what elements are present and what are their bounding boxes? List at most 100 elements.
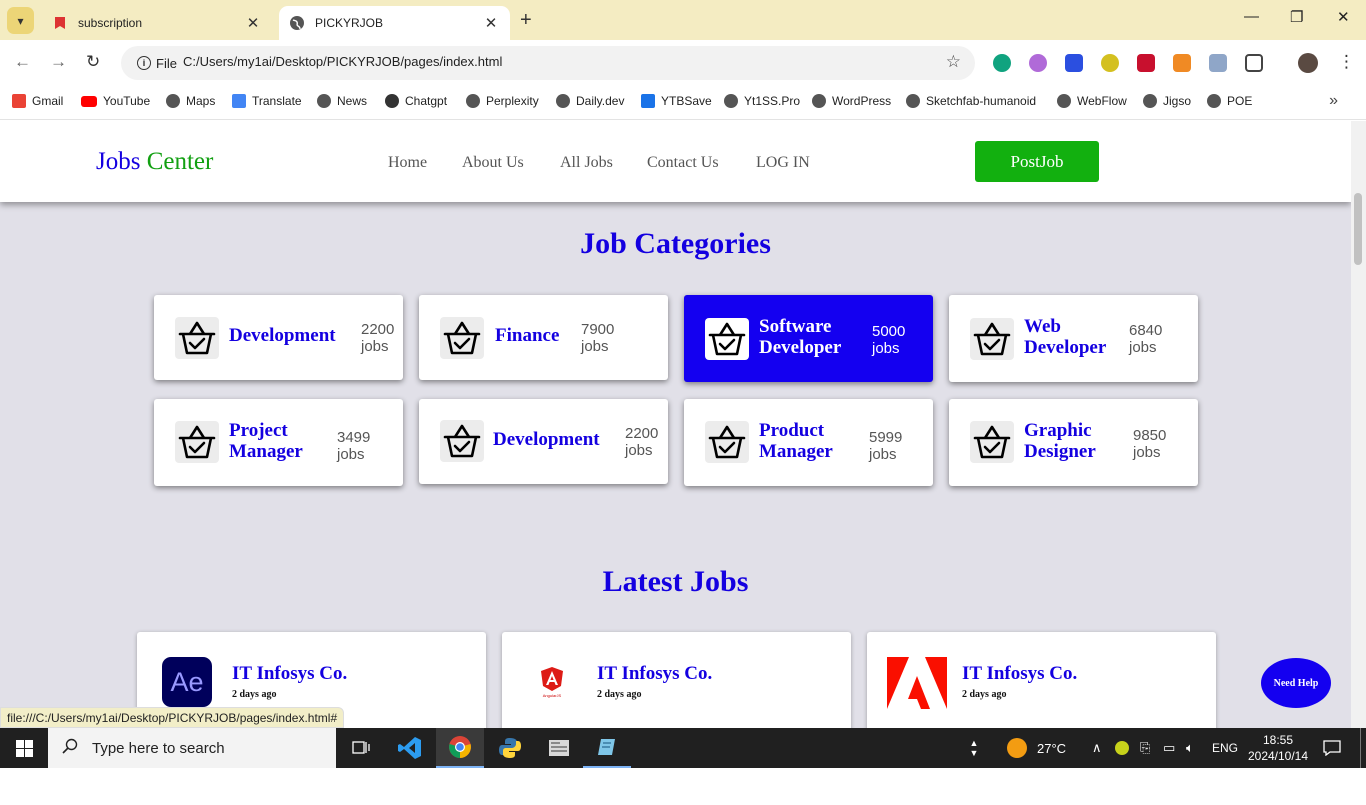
category-name: Software Developer [759, 316, 842, 358]
post-job-button[interactable]: PostJob [975, 141, 1099, 182]
waveform-extension-icon[interactable] [1065, 54, 1083, 72]
tab-search-button[interactable]: ▾ [7, 7, 34, 34]
category-card[interactable]: Development 2200 jobs [419, 399, 668, 484]
category-card[interactable]: Development 2200 jobs [154, 295, 403, 380]
nav-login[interactable]: LOG IN [756, 154, 810, 172]
restore-icon[interactable]: ❐ [1290, 8, 1303, 26]
job-company[interactable]: IT Infosys Co. [232, 663, 347, 685]
browser-toolbar: ← → ↻ i File C:/Users/my1ai/Desktop/PICK… [0, 40, 1366, 86]
taskbar-scroll-arrows[interactable]: ▲ ▼ [966, 728, 982, 768]
chevron-double-right-icon[interactable]: » [1329, 92, 1338, 110]
need-help-button[interactable]: Need Help [1261, 658, 1331, 708]
job-card[interactable]: IT Infosys Co. 2 days ago [867, 632, 1216, 728]
task-view-icon[interactable] [337, 728, 385, 768]
bookmark-chatgpt[interactable]: Chatgpt [385, 94, 447, 108]
bookmark-perplexity[interactable]: Perplexity [466, 94, 539, 108]
notifications-icon[interactable] [1323, 728, 1341, 768]
notepad-icon[interactable] [583, 728, 631, 768]
grammar-extension-icon[interactable] [1101, 54, 1119, 72]
show-desktop-button[interactable] [1360, 728, 1366, 768]
battery-icon[interactable]: ▭ [1163, 728, 1175, 768]
bookmark-webflow[interactable]: WebFlow [1057, 94, 1127, 108]
basket-icon [970, 318, 1014, 360]
python-icon[interactable] [486, 728, 534, 768]
tab-pickyrjob[interactable]: PICKYRJOB ✕ [279, 6, 510, 40]
category-card[interactable]: Graphic Designer 9850 jobs [949, 399, 1198, 486]
category-card[interactable]: Web Developer 6840 jobs [949, 295, 1198, 382]
windows-taskbar: Type here to search ▲ ▼ 27°C ∧ ⎘ ▭ 🔈︎ EN… [0, 728, 1366, 768]
site-logo[interactable]: Jobs Center [96, 148, 213, 176]
chevron-up-icon[interactable]: ▲ [970, 738, 979, 748]
bookmark-yt1sspro[interactable]: Yt1SS.Pro [724, 94, 800, 108]
bookmark-wordpress[interactable]: WordPress [812, 94, 891, 108]
hexagon-extension-icon[interactable] [1137, 54, 1155, 72]
url-text[interactable]: C:/Users/my1ai/Desktop/PICKYRJOB/pages/i… [183, 54, 502, 69]
minimize-icon[interactable]: — [1244, 8, 1259, 25]
basket-icon [440, 420, 484, 462]
bookmark-dailydev[interactable]: Daily.dev [556, 94, 624, 108]
windows-start-icon[interactable] [0, 728, 48, 768]
window-close-icon[interactable]: ✕ [1337, 8, 1350, 26]
close-icon[interactable]: ✕ [482, 14, 500, 32]
chatgpt-extension-icon[interactable] [993, 54, 1011, 72]
extensions-puzzle-icon[interactable] [1245, 54, 1263, 72]
bookmark-youtube[interactable]: YouTube [81, 94, 150, 108]
taskbar-search-box[interactable]: Type here to search [48, 728, 336, 768]
reload-icon[interactable]: ↻ [86, 52, 100, 72]
adobe-logo [887, 657, 947, 709]
bookmark-poe[interactable]: POE [1207, 94, 1252, 108]
new-tab-plus-icon[interactable]: + [520, 9, 532, 32]
back-arrow-icon[interactable]: ← [14, 52, 31, 72]
basket-icon [970, 421, 1014, 463]
language-indicator[interactable]: ENG [1212, 728, 1238, 768]
bookmark-maps[interactable]: Maps [166, 94, 215, 108]
profile-avatar[interactable] [1298, 53, 1318, 73]
globe-icon [166, 94, 180, 108]
vscode-icon[interactable] [386, 728, 434, 768]
tab-subscription[interactable]: subscription ✕ [42, 6, 272, 40]
tray-app-icon[interactable] [1115, 728, 1129, 768]
weather-widget[interactable]: 27°C [1007, 728, 1066, 768]
bookmark-ytbsave[interactable]: YTBSave [641, 94, 712, 108]
job-company[interactable]: IT Infosys Co. [597, 663, 712, 685]
job-company[interactable]: IT Infosys Co. [962, 663, 1077, 685]
category-card[interactable]: Finance 7900 jobs [419, 295, 668, 380]
brain-extension-icon[interactable] [1029, 54, 1047, 72]
chrome-icon[interactable] [436, 728, 484, 768]
nav-home[interactable]: Home [388, 154, 427, 172]
translate-icon [232, 94, 246, 108]
close-icon[interactable]: ✕ [244, 14, 262, 32]
file-explorer-icon[interactable] [535, 728, 583, 768]
clock-time: 18:55 [1262, 733, 1294, 747]
camera-extension-icon[interactable] [1209, 54, 1227, 72]
forward-arrow-icon[interactable]: → [50, 52, 67, 72]
bookmark-sketchfab[interactable]: Sketchfab-humanoid [906, 94, 1036, 108]
category-card-active[interactable]: Software Developer 5000 jobs [684, 295, 933, 382]
bookmark-gmail[interactable]: Gmail [12, 94, 63, 108]
link-status-bubble: file:///C:/Users/my1ai/Desktop/PICKYRJOB… [0, 707, 345, 728]
page-scrollbar[interactable] [1351, 121, 1366, 728]
address-bar[interactable]: i File C:/Users/my1ai/Desktop/PICKYRJOB/… [121, 46, 975, 80]
bookmark-translate[interactable]: Translate [232, 94, 302, 108]
info-icon: i [137, 56, 151, 70]
category-card[interactable]: Project Manager 3499 jobs [154, 399, 403, 486]
network-icon[interactable]: ⎘ [1140, 728, 1150, 768]
job-posted-time: 2 days ago [597, 689, 642, 700]
tray-overflow-chevron-icon[interactable]: ∧ [1092, 728, 1102, 768]
category-card[interactable]: Product Manager 5999 jobs [684, 399, 933, 486]
weather-temperature: 27°C [1037, 740, 1067, 756]
site-info-chip[interactable]: i File [129, 52, 185, 74]
bookmark-news[interactable]: News [317, 94, 367, 108]
nav-contact-us[interactable]: Contact Us [647, 154, 719, 172]
more-menu-icon[interactable]: ⋮ [1338, 52, 1355, 72]
scrollbar-thumb[interactable] [1354, 193, 1362, 265]
bookmark-star-icon[interactable]: ☆ [946, 52, 961, 72]
nav-about-us[interactable]: About Us [462, 154, 524, 172]
metamask-fox-icon[interactable] [1173, 54, 1191, 72]
job-card[interactable]: AngularJS IT Infosys Co. 2 days ago [502, 632, 851, 728]
nav-all-jobs[interactable]: All Jobs [560, 154, 613, 172]
volume-icon[interactable]: 🔈︎ [1186, 728, 1194, 768]
chevron-down-icon[interactable]: ▼ [970, 748, 979, 758]
clock[interactable]: 18:55 2024/10/14 [1246, 728, 1310, 768]
bookmark-jigso[interactable]: Jigso [1143, 94, 1191, 108]
